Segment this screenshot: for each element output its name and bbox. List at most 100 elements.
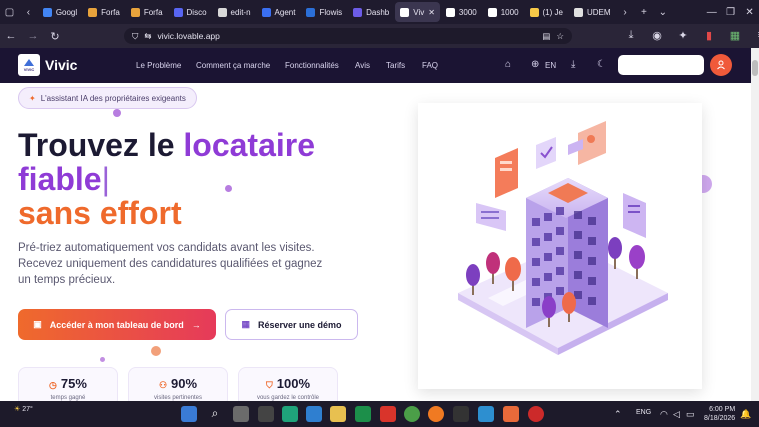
stat-value: 100% — [276, 376, 310, 391]
building-illustration — [458, 121, 668, 355]
nav-link-comment[interactable]: Comment ça marche — [196, 61, 270, 70]
browser-tab[interactable]: Disco — [169, 2, 212, 22]
tab-favicon-icon — [130, 7, 140, 17]
close-window-button[interactable]: ✕ — [740, 2, 759, 22]
tab-favicon-icon — [42, 7, 52, 17]
reload-icon[interactable]: ↻ — [44, 30, 66, 43]
nav-link-avis[interactable]: Avis — [355, 61, 370, 70]
hero-title-part: Trouvez le — [18, 127, 184, 163]
search-icon[interactable]: ⌕ — [207, 406, 223, 422]
browser-tab[interactable]: edit-n — [213, 2, 256, 22]
hero-title-highlight: locataire — [183, 127, 316, 163]
theme-toggle-icon[interactable]: ☾ — [597, 59, 606, 70]
calendar-icon: ▦ — [241, 319, 250, 329]
scrollbar-thumb[interactable] — [752, 60, 758, 76]
app-icon[interactable] — [503, 406, 519, 422]
new-tab-button[interactable]: + — [634, 2, 653, 22]
stat-card: ⚇ 90% visites pertinentes — [128, 367, 228, 401]
volume-icon[interactable]: ◁ — [673, 409, 680, 420]
clock[interactable]: 6:00 PM 8/18/2026 — [704, 405, 735, 423]
app-w-icon[interactable] — [380, 406, 396, 422]
logo-icon[interactable]: VIVIC — [18, 54, 40, 76]
back-icon[interactable]: ← — [0, 30, 22, 42]
site-header: VIVIC Vivic Le Problème Comment ça march… — [0, 48, 751, 83]
stat-value-row: ⛉ 100% — [239, 376, 337, 391]
edge-icon[interactable] — [282, 406, 298, 422]
notification-bell-icon[interactable]: 🔔 — [740, 409, 751, 420]
wifi-icon[interactable]: ◠ — [660, 409, 668, 420]
hero-title-line1: Trouvez le locataire — [18, 127, 315, 163]
tab-label: Forfa — [143, 7, 163, 17]
extensions-icon[interactable]: ✦ — [672, 29, 694, 42]
stat-value-row: ⚇ 90% — [129, 376, 227, 391]
site-info-icon[interactable]: ⇆ — [144, 31, 151, 42]
chevron-up-icon[interactable]: ⌃ — [614, 409, 622, 420]
home-icon[interactable]: ⌂ — [505, 59, 511, 70]
tray-lang[interactable]: ENG — [636, 409, 651, 416]
nav-link-faq[interactable]: FAQ — [422, 61, 438, 70]
widgets-icon[interactable] — [258, 406, 274, 422]
notepad-icon[interactable] — [478, 406, 494, 422]
stat-card: ⛉ 100% vous gardez le contrôle — [238, 367, 338, 401]
nav-link-probleme[interactable]: Le Problème — [136, 61, 181, 70]
maximize-button[interactable]: ❐ — [721, 2, 740, 22]
hero-illustration — [418, 103, 702, 389]
tab-actions-icon[interactable]: ▢ — [0, 2, 19, 22]
dashboard-button[interactable]: ▣ Accéder à mon tableau de bord → — [18, 309, 216, 340]
terminal-icon[interactable] — [453, 406, 469, 422]
minimize-button[interactable]: — — [702, 2, 721, 22]
hero-title-line3: sans effort — [18, 195, 182, 231]
battery-icon[interactable]: ▭ — [686, 409, 695, 420]
user-avatar[interactable] — [710, 54, 732, 76]
firefox-icon[interactable] — [428, 406, 444, 422]
browser-tab[interactable]: Viv ✕ — [395, 2, 440, 22]
menu-icon[interactable]: ≡ — [750, 29, 759, 42]
tab-favicon-icon — [217, 7, 227, 17]
app-icon[interactable] — [355, 406, 371, 422]
tab-favicon-icon — [88, 7, 98, 17]
account-icon[interactable]: ◉ — [646, 29, 668, 42]
globe-icon[interactable]: ⊕ — [531, 59, 539, 70]
vscode-icon[interactable] — [306, 406, 322, 422]
tab-list-icon[interactable]: ⌄ — [653, 2, 672, 22]
app-icon[interactable] — [528, 406, 544, 422]
browser-tab[interactable]: 1000 — [483, 2, 524, 22]
bookmark-star-icon[interactable]: ☆ — [556, 31, 564, 42]
decor-dot — [113, 109, 121, 117]
browser-tab[interactable]: Dashb — [348, 2, 394, 22]
logo-text[interactable]: Vivic — [45, 57, 77, 73]
tab-scroll-right-icon[interactable]: › — [616, 2, 635, 22]
start-button[interactable] — [181, 406, 197, 422]
extension-grid-icon[interactable]: ▦ — [724, 29, 746, 42]
forward-icon[interactable]: → — [22, 30, 44, 42]
downloads-icon[interactable]: ⤓ — [620, 29, 642, 42]
nav-link-fonctionnalites[interactable]: Fonctionnalités — [285, 61, 339, 70]
page-scrollbar[interactable] — [751, 48, 759, 401]
weather-widget[interactable]: ☀ 27° — [14, 405, 33, 413]
close-tab-icon[interactable]: ✕ — [428, 8, 435, 17]
download-icon[interactable]: ⤓ — [571, 59, 575, 70]
browser-tab[interactable]: 3000 — [441, 2, 482, 22]
task-view-icon[interactable] — [233, 406, 249, 422]
nav-link-tarifs[interactable]: Tarifs — [386, 61, 405, 70]
tab-favicon-icon — [353, 7, 363, 17]
tab-scroll-left-icon[interactable]: ‹ — [19, 2, 38, 22]
chrome-icon[interactable] — [404, 406, 420, 422]
browser-tab[interactable]: UDEM — [569, 2, 616, 22]
browser-tab[interactable]: (1) Je — [525, 2, 568, 22]
file-explorer-icon[interactable] — [330, 406, 346, 422]
book-demo-button[interactable]: ▦ Réserver une démo — [225, 309, 358, 340]
tab-label: Dashb — [366, 7, 390, 17]
browser-tab[interactable]: Agent — [257, 2, 301, 22]
browser-tab[interactable]: Forfa — [126, 2, 168, 22]
hero-section: ✦ L'assistant IA des propriétaires exige… — [0, 83, 751, 401]
browser-tab[interactable]: Flowis — [301, 2, 347, 22]
extension-red-icon[interactable]: ▮ — [698, 29, 720, 42]
browser-tab[interactable]: Googl — [38, 2, 82, 22]
tab-favicon-icon — [261, 7, 271, 17]
browser-tab[interactable]: Forfa — [83, 2, 125, 22]
reader-view-icon[interactable]: ▤ — [542, 31, 550, 42]
header-button[interactable] — [618, 55, 704, 75]
language-label[interactable]: EN — [545, 61, 556, 70]
address-bar[interactable]: ⛉ ⇆ vivic.lovable.app ▤ ☆ — [124, 28, 572, 44]
